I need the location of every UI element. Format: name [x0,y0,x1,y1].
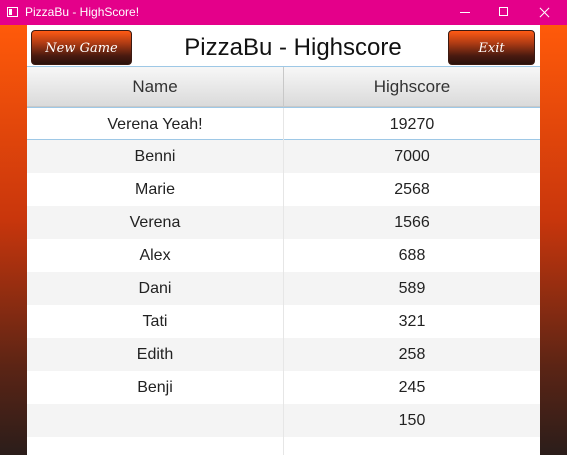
score-cell: 150 [398,412,426,429]
score-cell: 7000 [394,148,430,165]
name-cell: Marie [27,173,284,206]
score-cell [284,437,540,455]
new-game-button[interactable]: New Game [31,30,132,65]
column-header-name[interactable]: Name [27,67,284,107]
exit-button[interactable]: Exit [448,30,535,65]
table-header: Name Highscore [27,67,540,107]
background-right [540,25,567,455]
table-row[interactable]: Verena 1566 [27,206,540,239]
table-row[interactable]: Marie 2568 [27,173,540,206]
highscore-table[interactable]: Name Highscore Verena Yeah! 19270 Benni … [27,67,540,455]
score-cell: 258 [398,346,426,363]
score-cell: 688 [398,247,426,264]
score-cell: 321 [398,313,426,330]
table-row[interactable]: Edith 258 [27,338,540,371]
table-row[interactable]: Benni 7000 [27,140,540,173]
close-icon[interactable] [527,0,561,25]
window-title: PizzaBu - HighScore! [25,5,140,19]
table-row[interactable]: 150 [27,404,540,437]
minimize-icon[interactable] [448,0,482,25]
score-cell: 245 [398,379,426,396]
score-cell: 589 [398,280,426,297]
score-cell: 19270 [389,116,435,133]
name-cell: Dani [27,272,284,305]
app-window: PizzaBu - HighScore! New Game PizzaBu - … [0,0,567,455]
name-cell: Verena [27,206,284,239]
name-cell [27,404,284,437]
table-row[interactable]: Verena Yeah! 19270 [27,107,540,141]
maximize-icon[interactable] [487,0,521,25]
name-cell: Tati [27,305,284,338]
page-title: PizzaBu - Highscore [184,34,402,61]
background-left [0,25,27,455]
column-header-highscore[interactable]: Highscore [284,67,540,107]
table-row[interactable]: Tati 321 [27,305,540,338]
name-cell: Benni [27,140,284,173]
table-row[interactable] [27,437,540,455]
table-row[interactable]: Benji 245 [27,371,540,404]
table-row[interactable]: Alex 688 [27,239,540,272]
table-row[interactable]: Dani 589 [27,272,540,305]
score-cell: 1566 [394,214,430,231]
name-cell: Alex [27,239,284,272]
app-icon [7,7,18,17]
title-bar: PizzaBu - HighScore! [0,0,567,25]
name-cell [27,437,284,455]
name-cell: Edith [27,338,284,371]
header: New Game PizzaBu - Highscore Exit [27,25,540,67]
name-cell: Benji [27,371,284,404]
score-cell: 2568 [394,181,430,198]
name-cell: Verena Yeah! [27,108,284,141]
